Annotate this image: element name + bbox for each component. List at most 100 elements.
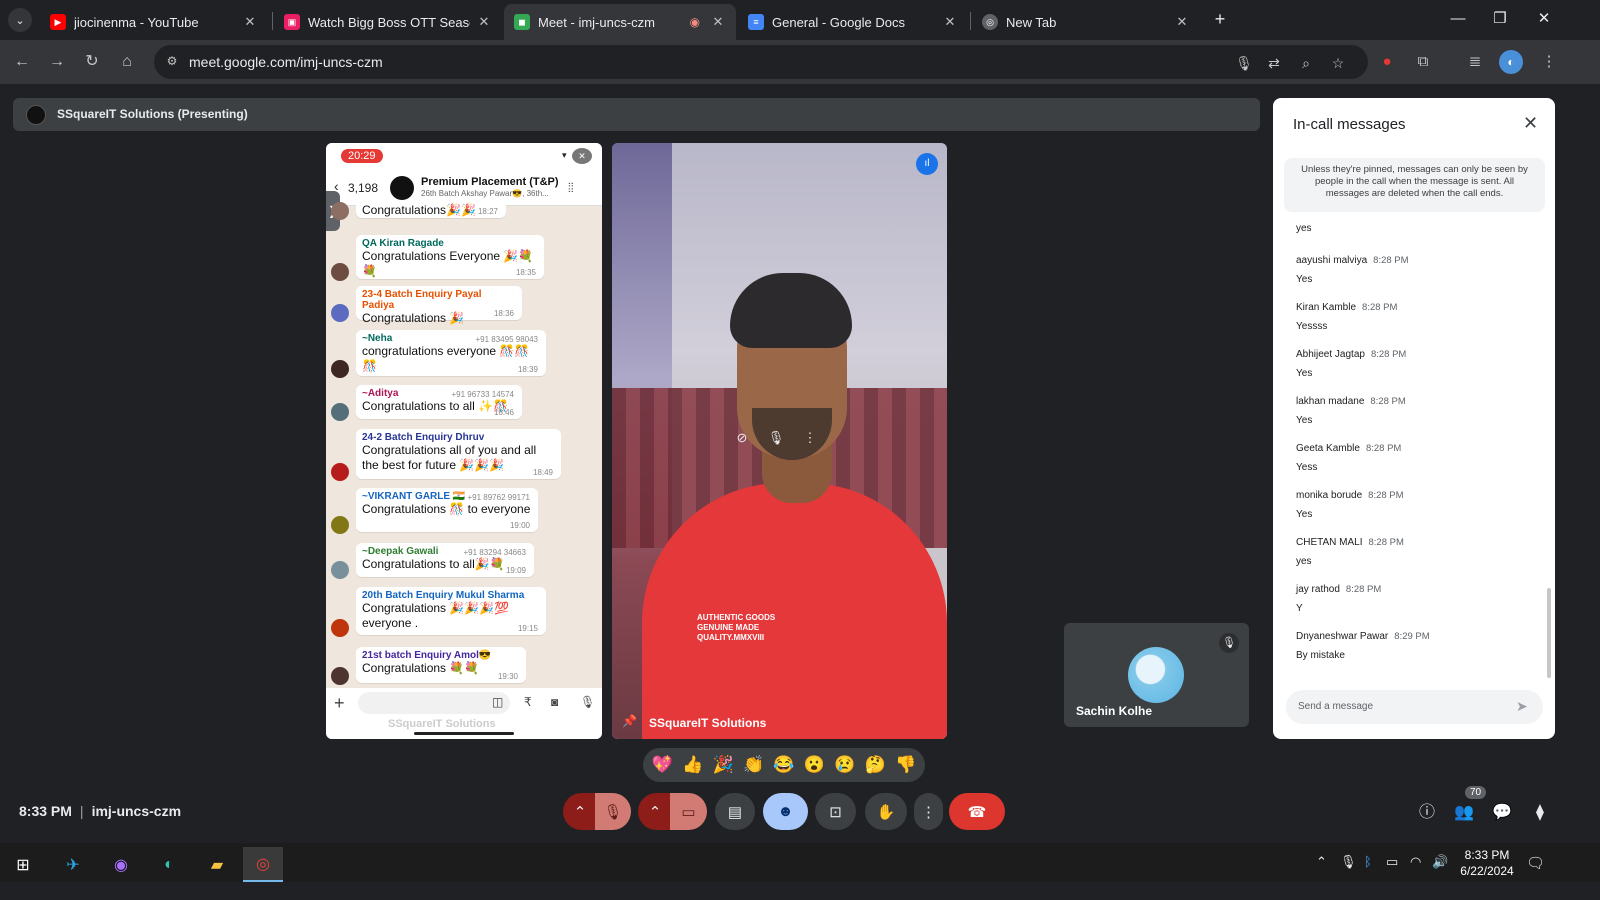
- chrome-icon[interactable]: ◎: [243, 847, 283, 882]
- reaction-emoji[interactable]: 😮: [800, 755, 828, 775]
- whatsapp-message[interactable]: ~Neha +91 83495 98043 congratulations ever…: [356, 330, 546, 376]
- reaction-emoji[interactable]: 👎: [892, 755, 920, 775]
- camera-icon[interactable]: ◙: [551, 695, 558, 709]
- close-icon[interactable]: ✕: [1523, 113, 1538, 134]
- reaction-emoji[interactable]: 😂: [770, 755, 798, 775]
- avatar[interactable]: [331, 463, 349, 481]
- meeting-details-icon[interactable]: ⓘ: [1414, 800, 1440, 826]
- message-sender[interactable]: QA Kiran Ragade: [362, 238, 538, 249]
- sticker-icon[interactable]: ◫: [492, 695, 503, 709]
- message-sender[interactable]: 23-4 Batch Enquiry Payal Padiya: [362, 289, 516, 311]
- whatsapp-message[interactable]: 20th Batch Enquiry Mukul Sharma Congratul…: [356, 587, 546, 635]
- forward-icon[interactable]: →: [45, 50, 69, 74]
- self-video-tile[interactable]: 🎙 Sachin Kolhe: [1064, 623, 1249, 727]
- chat-icon[interactable]: 💬: [1489, 800, 1515, 826]
- reaction-emoji[interactable]: 💖: [648, 755, 676, 775]
- tab-youtube[interactable]: ▶ jiocinenma - YouTube ✕: [40, 4, 268, 40]
- profile-avatar-icon[interactable]: ◐: [1499, 50, 1523, 74]
- chat-input[interactable]: Send a message ➤: [1286, 690, 1543, 724]
- voice-chat-icon[interactable]: ⦙⦙: [568, 180, 574, 196]
- speaker-video-tile[interactable]: AUTHENTIC GOODS GENUINE MADE QUALITY.MMX…: [612, 143, 947, 739]
- camera-toggle-button[interactable]: ▭: [670, 793, 707, 830]
- microphone-toggle-button[interactable]: 🎙: [595, 793, 631, 830]
- media-control-icon[interactable]: ≣: [1463, 50, 1487, 74]
- system-clock[interactable]: 8:33 PM 6/22/2024: [1456, 847, 1518, 879]
- message-sender[interactable]: 20th Batch Enquiry Mukul Sharma: [362, 590, 540, 601]
- url-text[interactable]: meet.google.com/imj-uncs-czm: [189, 54, 383, 70]
- wifi-icon[interactable]: ◠: [1410, 854, 1421, 870]
- avatar[interactable]: [331, 561, 349, 579]
- avatar[interactable]: [331, 667, 349, 685]
- zoom-icon[interactable]: ⌕: [1296, 53, 1316, 73]
- mic-tray-icon[interactable]: 🎙: [1340, 854, 1357, 870]
- captions-button[interactable]: ▤: [715, 793, 755, 830]
- more-menu-icon[interactable]: ⋮: [1537, 50, 1561, 74]
- back-icon[interactable]: ←: [10, 50, 34, 74]
- tab-meet[interactable]: ◼ Meet - imj-uncs-czm ◉ ✕: [504, 4, 736, 40]
- whatsapp-message[interactable]: Congratulations🎉🎉 18:27: [356, 200, 506, 218]
- tab-docs[interactable]: ≡ General - Google Docs ✕: [738, 4, 968, 40]
- tab-search-button[interactable]: ⌄: [8, 8, 32, 32]
- notifications-icon[interactable]: 🗨: [1526, 854, 1545, 872]
- whatsapp-message[interactable]: QA Kiran Ragade Congratulations Everyone …: [356, 235, 544, 279]
- close-icon[interactable]: ✕: [710, 14, 726, 30]
- close-overlay-icon[interactable]: ✕: [572, 148, 592, 164]
- whatsapp-message[interactable]: 24-2 Batch Enquiry Dhruv Congratulations …: [356, 429, 561, 479]
- video-options-button[interactable]: ⌃: [638, 793, 672, 830]
- leave-call-button[interactable]: ☎: [949, 793, 1005, 830]
- avatar[interactable]: [331, 263, 349, 281]
- bookmark-star-icon[interactable]: ☆: [1328, 53, 1348, 73]
- avatar[interactable]: [331, 403, 349, 421]
- tray-chevron-icon[interactable]: ⌃: [1316, 854, 1327, 870]
- extension-record-icon[interactable]: ●: [1375, 50, 1399, 74]
- message-sender[interactable]: 24-2 Batch Enquiry Dhruv: [362, 432, 555, 443]
- site-info-icon[interactable]: ⚙: [164, 54, 180, 70]
- tile-more-icon[interactable]: ⋮: [800, 428, 820, 448]
- tab-bigg-boss[interactable]: ▣ Watch Bigg Boss OTT Season 3 ✕: [274, 4, 502, 40]
- home-icon[interactable]: ⌂: [115, 50, 139, 74]
- reaction-emoji[interactable]: 😢: [831, 755, 859, 775]
- reaction-emoji[interactable]: 🎉: [709, 755, 737, 775]
- tab-new[interactable]: ◎ New Tab ✕: [972, 4, 1200, 40]
- message-sender[interactable]: 21st batch Enquiry Amol😎: [362, 650, 520, 661]
- extensions-icon[interactable]: ⧉: [1411, 50, 1435, 74]
- windows-start-icon[interactable]: ⊞: [3, 847, 43, 882]
- present-button[interactable]: ⊡: [815, 793, 856, 830]
- avatar[interactable]: [331, 202, 349, 220]
- bluetooth-icon[interactable]: ᛒ: [1364, 854, 1372, 869]
- attach-plus-icon[interactable]: +: [334, 693, 345, 714]
- github-desktop-icon[interactable]: ◉: [101, 847, 141, 882]
- payment-icon[interactable]: ₹: [524, 695, 532, 709]
- activities-icon[interactable]: ⧫: [1527, 800, 1553, 826]
- audio-options-button[interactable]: ⌃: [563, 793, 597, 830]
- window-close-icon[interactable]: ✕: [1532, 8, 1556, 32]
- voice-note-icon[interactable]: 🎙: [580, 695, 595, 709]
- reactions-button[interactable]: ☻: [763, 793, 808, 830]
- avatar[interactable]: [331, 360, 349, 378]
- more-options-button[interactable]: ⋮: [914, 793, 943, 830]
- message-input[interactable]: [358, 692, 510, 714]
- raise-hand-button[interactable]: ✋: [865, 793, 907, 830]
- close-icon[interactable]: ✕: [942, 14, 958, 30]
- whatsapp-message[interactable]: 23-4 Batch Enquiry Payal Padiya Congratul…: [356, 286, 522, 325]
- close-icon[interactable]: ✕: [242, 14, 258, 30]
- telegram-icon[interactable]: ✈: [53, 847, 93, 882]
- send-icon[interactable]: ➤: [1516, 698, 1528, 715]
- battery-icon[interactable]: ▭: [1386, 854, 1398, 870]
- avatar[interactable]: [331, 304, 349, 322]
- whatsapp-message[interactable]: ~Aditya +91 96733 14574 Congratulations to…: [356, 385, 522, 419]
- unpin-icon[interactable]: ⊘: [732, 428, 752, 448]
- avatar[interactable]: [331, 516, 349, 534]
- whatsapp-message[interactable]: ~Deepak Gawali +91 83294 34663 Congratulat…: [356, 543, 534, 577]
- file-explorer-icon[interactable]: ▰: [197, 847, 237, 882]
- close-icon[interactable]: ✕: [1174, 14, 1190, 30]
- chat-scrollbar[interactable]: [1547, 588, 1551, 678]
- chat-message-list[interactable]: yes aayushi malviya 8:28 PM Yes Kiran Kamble…: [1273, 220, 1547, 680]
- volume-icon[interactable]: 🔊: [1432, 854, 1448, 870]
- edge-icon[interactable]: ◐: [149, 847, 189, 882]
- reaction-emoji[interactable]: 🤔: [861, 755, 889, 775]
- translate-icon[interactable]: ⇄: [1264, 53, 1284, 73]
- avatar[interactable]: [331, 619, 349, 637]
- close-icon[interactable]: ✕: [476, 14, 492, 30]
- reaction-emoji[interactable]: 👏: [740, 755, 768, 775]
